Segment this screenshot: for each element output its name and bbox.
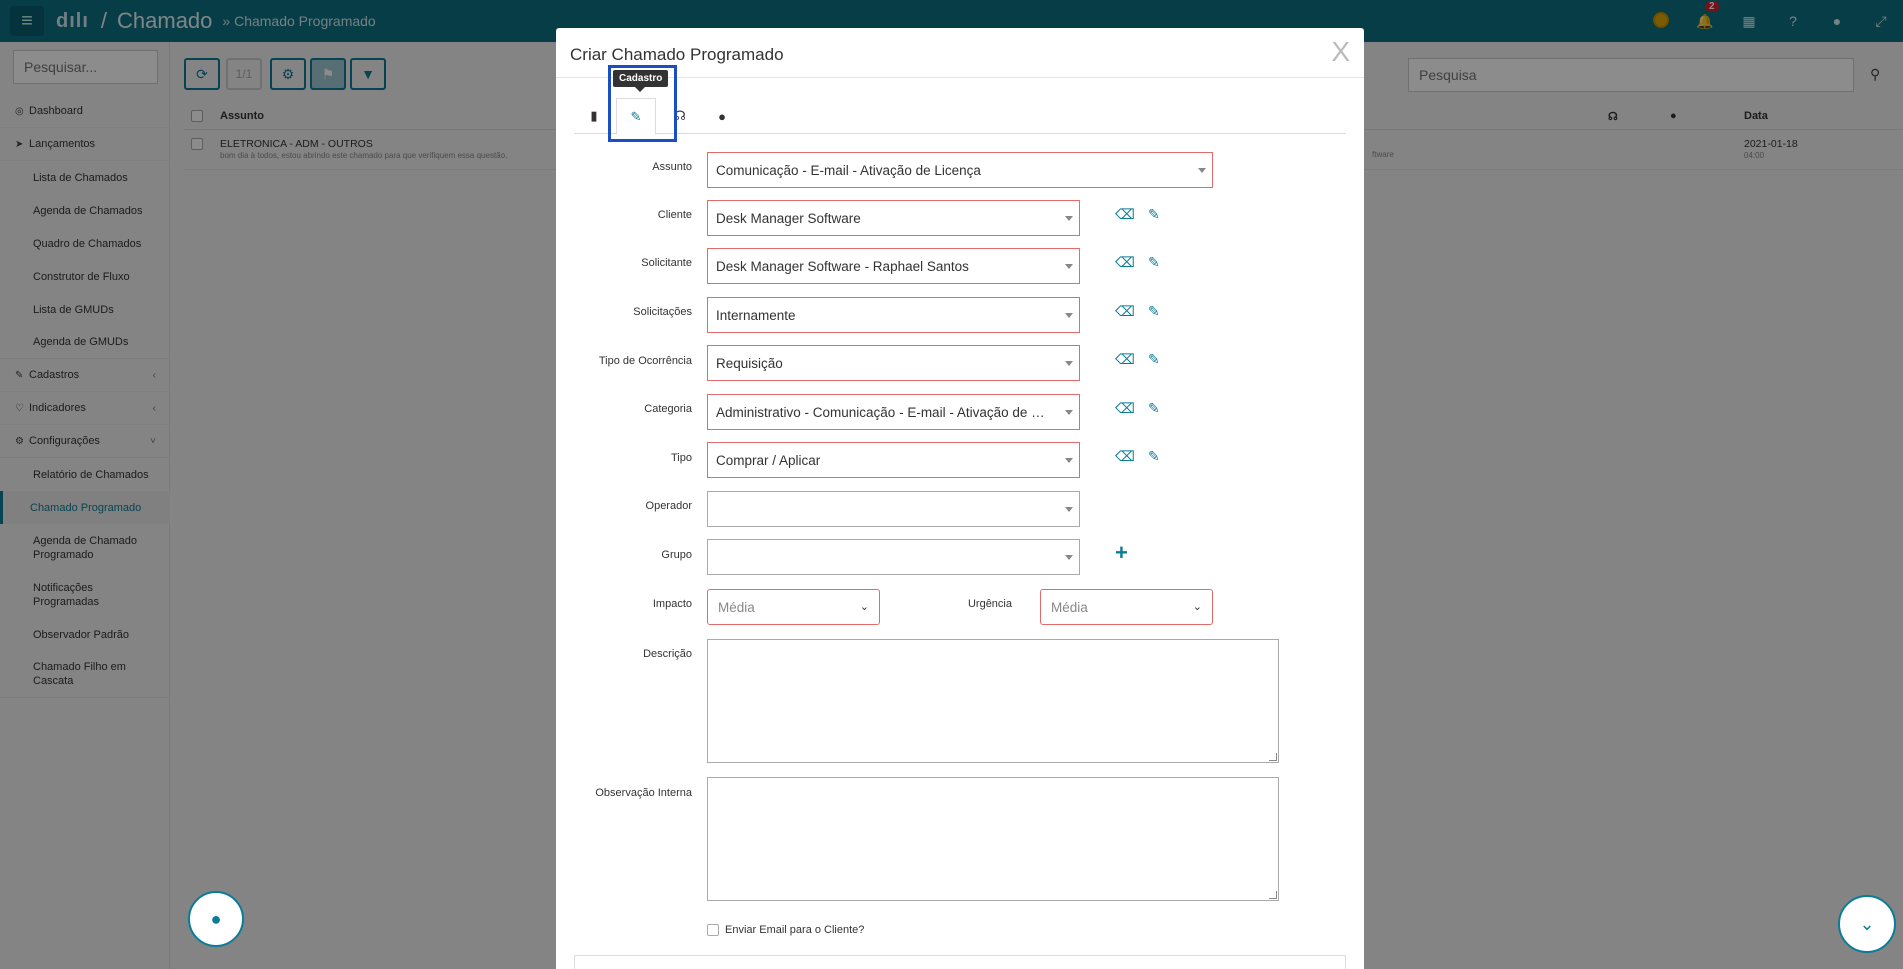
tipo-ocorrencia-select[interactable]: Requisição: [707, 345, 1080, 381]
descricao-textarea[interactable]: [707, 639, 1279, 763]
tipo-ocorrencia-value: Requisição: [716, 355, 783, 371]
label-urgencia: Urgência: [967, 598, 1012, 610]
next-section-box: [574, 955, 1346, 969]
tab-tooltip: Cadastro: [613, 70, 669, 92]
label-grupo: Grupo: [661, 549, 692, 561]
pencil-icon[interactable]: ✎: [1148, 206, 1160, 223]
label-impacto: Impacto: [652, 598, 692, 610]
caret-down-icon: [1065, 507, 1073, 512]
pencil-icon[interactable]: ✎: [1148, 351, 1160, 368]
eraser-icon[interactable]: ⌫: [1115, 206, 1135, 223]
urgencia-value: Média: [1051, 599, 1088, 615]
close-button[interactable]: X: [1331, 36, 1350, 68]
solicitacoes-value: Internamente: [716, 307, 796, 323]
user-icon: ●: [718, 108, 726, 124]
chevron-down-icon: ⌄: [1192, 601, 1202, 613]
chevron-down-icon: ⌄: [1859, 913, 1875, 934]
eraser-icon[interactable]: ⌫: [1115, 351, 1135, 368]
assunto-select[interactable]: Comunicação - E-mail - Ativação de Licen…: [707, 152, 1213, 188]
observacao-textarea[interactable]: [707, 777, 1279, 901]
urgencia-select[interactable]: Média ⌄: [1040, 589, 1213, 625]
caret-down-icon: [1065, 216, 1073, 221]
caret-down-icon: [1065, 555, 1073, 560]
caret-down-icon: [1065, 458, 1073, 463]
modal-divider: [556, 77, 1364, 78]
grupo-select[interactable]: [707, 539, 1080, 575]
pencil-icon[interactable]: ✎: [1148, 448, 1160, 465]
label-solicitante: Solicitante: [641, 257, 692, 269]
label-operador: Operador: [645, 500, 692, 512]
modal-tabs: ▮ ✎ ☊ ●: [574, 98, 1346, 135]
operador-select[interactable]: [707, 491, 1080, 527]
tab-user[interactable]: ●: [702, 98, 742, 134]
label-solicitacoes: Solicitações: [633, 306, 692, 318]
eraser-icon[interactable]: ⌫: [1115, 400, 1135, 417]
caret-down-icon: [1198, 168, 1206, 173]
solicitante-select[interactable]: Desk Manager Software - Raphael Santos: [707, 248, 1080, 284]
assunto-value: Comunicação - E-mail - Ativação de Licen…: [716, 162, 981, 178]
impacto-value: Média: [718, 599, 755, 615]
label-cliente: Cliente: [657, 209, 692, 221]
enviar-email-label: Enviar Email para o Cliente?: [725, 924, 865, 936]
solicitacoes-select[interactable]: Internamente: [707, 297, 1080, 333]
caret-down-icon: [1065, 264, 1073, 269]
resize-handle[interactable]: [1269, 753, 1277, 761]
create-scheduled-ticket-modal: Criar Chamado Programado X ▮ ✎ ☊ ● Cadas…: [556, 28, 1364, 969]
tipo-value: Comprar / Aplicar: [716, 452, 821, 468]
chevron-down-icon: ⌄: [859, 601, 869, 613]
cliente-value: Desk Manager Software: [716, 210, 861, 226]
eraser-icon[interactable]: ⌫: [1115, 448, 1135, 465]
chat-button[interactable]: ●: [188, 891, 244, 947]
label-tipo-ocorrencia: Tipo de Ocorrência: [598, 355, 692, 367]
pencil-icon[interactable]: ✎: [1148, 400, 1160, 417]
label-descricao: Descrição: [643, 648, 692, 660]
book-icon: ▮: [590, 108, 598, 123]
modal-title: Criar Chamado Programado: [570, 45, 784, 64]
solicitante-value: Desk Manager Software - Raphael Santos: [716, 258, 969, 274]
resize-handle[interactable]: [1269, 891, 1277, 899]
impacto-select[interactable]: Média ⌄: [707, 589, 880, 625]
categoria-value: Administrativo - Comunicação - E-mail - …: [716, 404, 1051, 420]
categoria-select[interactable]: Administrativo - Comunicação - E-mail - …: [707, 394, 1080, 430]
label-categoria: Categoria: [644, 403, 692, 415]
caret-down-icon: [1065, 410, 1073, 415]
label-observacao-interna: Observação Interna: [595, 787, 692, 799]
pencil-icon[interactable]: ✎: [1148, 303, 1160, 320]
pencil-icon[interactable]: ✎: [1148, 254, 1160, 271]
tipo-select[interactable]: Comprar / Aplicar: [707, 442, 1080, 478]
eraser-icon[interactable]: ⌫: [1115, 254, 1135, 271]
chat-icon: ●: [210, 908, 222, 929]
label-assunto: Assunto: [652, 161, 692, 173]
eraser-icon[interactable]: ⌫: [1115, 303, 1135, 320]
enviar-email-checkbox[interactable]: [707, 924, 719, 936]
add-group-button[interactable]: +: [1115, 540, 1128, 566]
cliente-select[interactable]: Desk Manager Software: [707, 200, 1080, 236]
caret-down-icon: [1065, 361, 1073, 366]
scroll-down-button[interactable]: ⌄: [1838, 895, 1896, 953]
caret-down-icon: [1065, 313, 1073, 318]
label-tipo: Tipo: [671, 452, 692, 464]
